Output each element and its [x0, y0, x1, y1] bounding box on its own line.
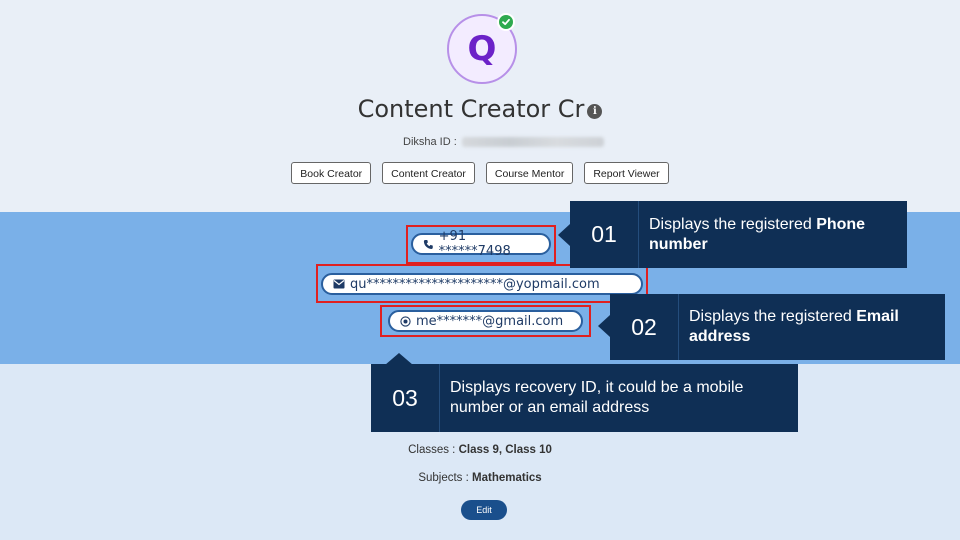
page-title: Content Creator Cr i [0, 95, 960, 123]
callout-03-number: 03 [392, 384, 418, 411]
callout-03-text: Displays recovery ID, it could be a mobi… [450, 379, 744, 416]
role-book-creator[interactable]: Book Creator [291, 162, 372, 184]
role-list: Book Creator Content Creator Course Ment… [0, 162, 960, 184]
recovery-pill: me*******@gmail.com [388, 310, 583, 332]
callout-01-text: Displays the registered Phone number [649, 215, 866, 253]
role-course-mentor[interactable]: Course Mentor [485, 162, 574, 184]
callout-01-pointer [558, 224, 570, 246]
callout-02-pointer [598, 315, 610, 337]
info-icon[interactable]: i [587, 104, 603, 119]
classes-label: Classes : [408, 444, 459, 456]
subjects-value: Mathematics [472, 472, 542, 484]
email-value: qu*********************@yopmail.com [350, 276, 600, 292]
email-pill: qu*********************@yopmail.com [321, 273, 643, 295]
recovery-icon [400, 315, 411, 327]
callout-02-text: Displays the registered Email address [689, 308, 899, 345]
callout-01: 01 Displays the registered Phone number [570, 201, 907, 268]
phone-pill: +91 ******7498 [411, 229, 551, 259]
callout-02-number: 02 [631, 313, 657, 340]
classes-row: Classes : Class 9, Class 10 [0, 444, 960, 456]
diksha-id-row: Diksha ID : [403, 136, 604, 148]
diksha-id-value-redacted [461, 137, 604, 147]
subjects-label: Subjects : [418, 472, 473, 484]
phone-icon [423, 239, 433, 249]
phone-value: +91 ******7498 [438, 229, 511, 259]
callout-01-number: 01 [591, 221, 617, 247]
classes-value: Class 9, Class 10 [458, 444, 552, 456]
diksha-id-label: Diksha ID : [403, 136, 457, 148]
recovery-value: me*******@gmail.com [416, 313, 564, 329]
check-circle-icon [497, 13, 515, 31]
role-report-viewer[interactable]: Report Viewer [584, 162, 669, 184]
avatar-letter: Q [467, 29, 497, 69]
callout-03: 03 Displays recovery ID, it could be a m… [371, 364, 798, 432]
role-content-creator[interactable]: Content Creator [382, 162, 475, 184]
edit-button[interactable]: Edit [461, 500, 507, 520]
user-name: Content Creator Cr [357, 95, 585, 123]
subjects-row: Subjects : Mathematics [0, 472, 960, 484]
envelope-icon [333, 279, 345, 289]
callout-02: 02 Displays the registered Email address [610, 294, 945, 360]
